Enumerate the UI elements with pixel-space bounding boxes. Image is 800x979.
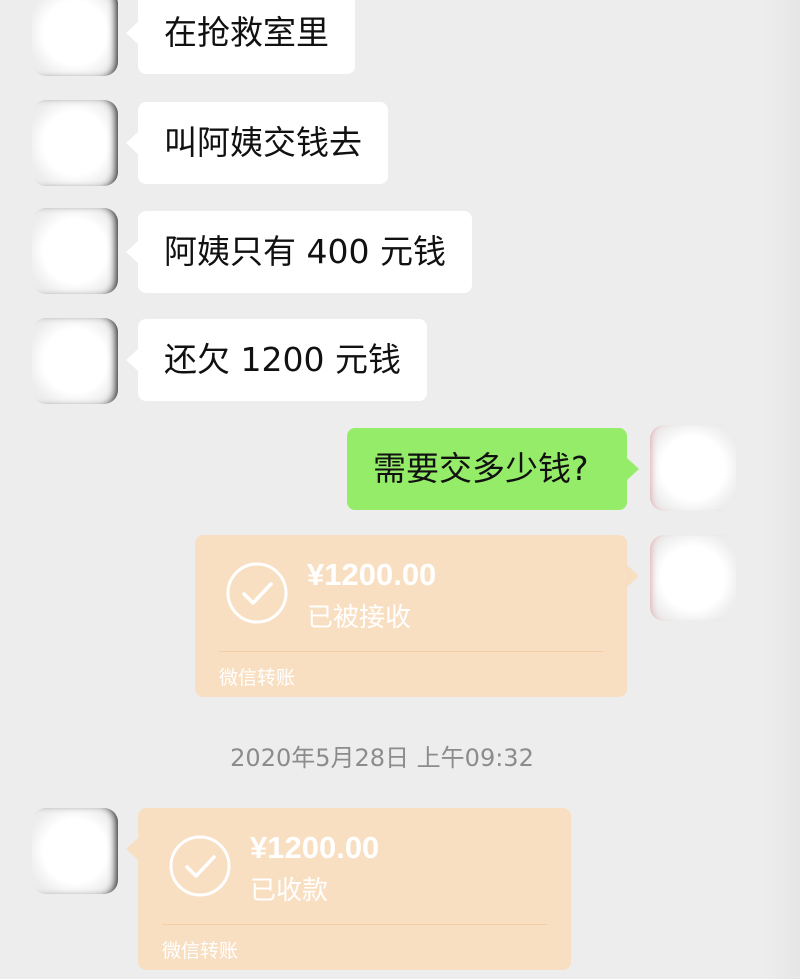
message-text: 阿姨只有 400 元钱 [164,232,446,271]
contact-avatar[interactable] [32,208,118,294]
contact-avatar[interactable] [32,318,118,404]
message-text: 还欠 1200 元钱 [164,340,401,379]
message-text: 在抢救室里 [164,13,329,52]
incoming-message-bubble[interactable]: 叫阿姨交钱去 [126,102,388,184]
transfer-divider [162,924,547,925]
scroll-edge [764,0,800,979]
check-circle-icon [169,835,231,897]
contact-avatar[interactable] [32,0,118,76]
transfer-amount: ¥1200.00 [307,557,437,592]
incoming-message-bubble[interactable]: 还欠 1200 元钱 [126,319,427,401]
outgoing-message-bubble[interactable]: 需要交多少钱? [347,428,639,510]
transfer-status: 已收款 [250,876,329,906]
user-avatar[interactable] [650,425,736,511]
transfer-service-label: 微信转账 [162,940,239,962]
transfer-card-received[interactable]: ¥1200.00 已收款 微信转账 [126,808,571,970]
transfer-service-label: 微信转账 [219,667,296,689]
transfer-card-sent[interactable]: ¥1200.00 已被接收 微信转账 [195,535,639,697]
contact-avatar[interactable] [32,100,118,186]
transfer-status: 已被接收 [307,603,412,633]
transfer-divider [219,651,603,652]
message-text: 叫阿姨交钱去 [164,123,362,162]
chat-view: 在抢救室里 叫阿姨交钱去 阿姨只有 400 元钱 还欠 1200 元钱 需要交多… [0,0,800,979]
user-avatar[interactable] [650,535,736,621]
incoming-message-bubble[interactable]: 在抢救室里 [126,0,355,74]
transfer-amount: ¥1200.00 [250,830,380,865]
message-timestamp: 2020年5月28日 上午09:32 [230,744,534,772]
check-circle-icon [226,562,288,624]
incoming-message-bubble[interactable]: 阿姨只有 400 元钱 [126,211,472,293]
contact-avatar[interactable] [32,808,118,894]
message-text: 需要交多少钱? [373,449,589,488]
